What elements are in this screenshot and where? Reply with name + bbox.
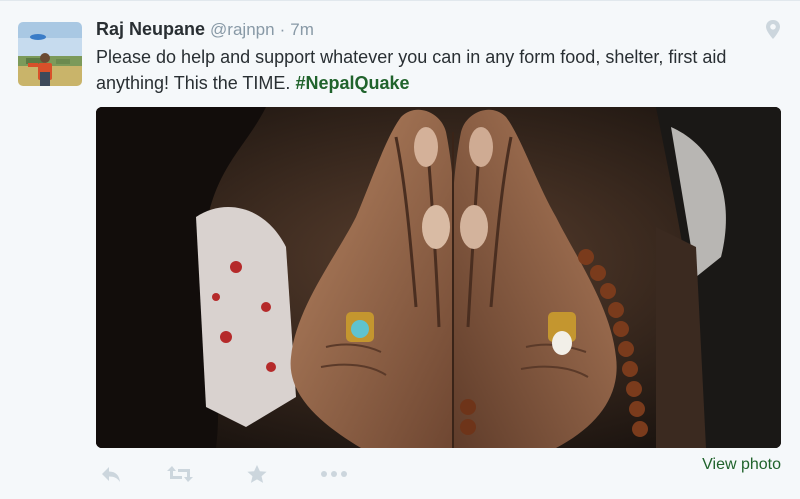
location-pin-icon bbox=[766, 20, 780, 39]
avatar[interactable] bbox=[18, 22, 82, 86]
tweet-body: Please do help and support whatever you … bbox=[96, 47, 727, 93]
praying-hands-photo bbox=[96, 107, 781, 448]
retweet-button[interactable] bbox=[166, 461, 194, 487]
hashtag-link[interactable]: #NepalQuake bbox=[295, 73, 409, 93]
separator-dot: · bbox=[279, 20, 286, 39]
tweet-photo[interactable] bbox=[96, 107, 781, 448]
retweet-icon bbox=[167, 466, 193, 482]
more-button[interactable] bbox=[320, 461, 348, 487]
tweet-text: Please do help and support whatever you … bbox=[96, 44, 786, 96]
star-icon bbox=[247, 465, 267, 483]
author-handle[interactable]: @rajnpn bbox=[210, 20, 275, 39]
avatar-image bbox=[18, 22, 82, 86]
reply-icon bbox=[102, 467, 120, 482]
timestamp[interactable]: 7m bbox=[290, 20, 314, 39]
more-icon bbox=[321, 471, 347, 477]
tweet-card[interactable]: Raj Neupane @rajnpn · 7m Please do help … bbox=[0, 0, 800, 499]
favorite-button[interactable] bbox=[246, 461, 268, 487]
reply-button[interactable] bbox=[100, 461, 122, 487]
author-name[interactable]: Raj Neupane bbox=[96, 19, 205, 39]
tweet-header: Raj Neupane @rajnpn · 7m bbox=[96, 19, 314, 40]
view-photo-link[interactable]: View photo bbox=[702, 456, 781, 474]
